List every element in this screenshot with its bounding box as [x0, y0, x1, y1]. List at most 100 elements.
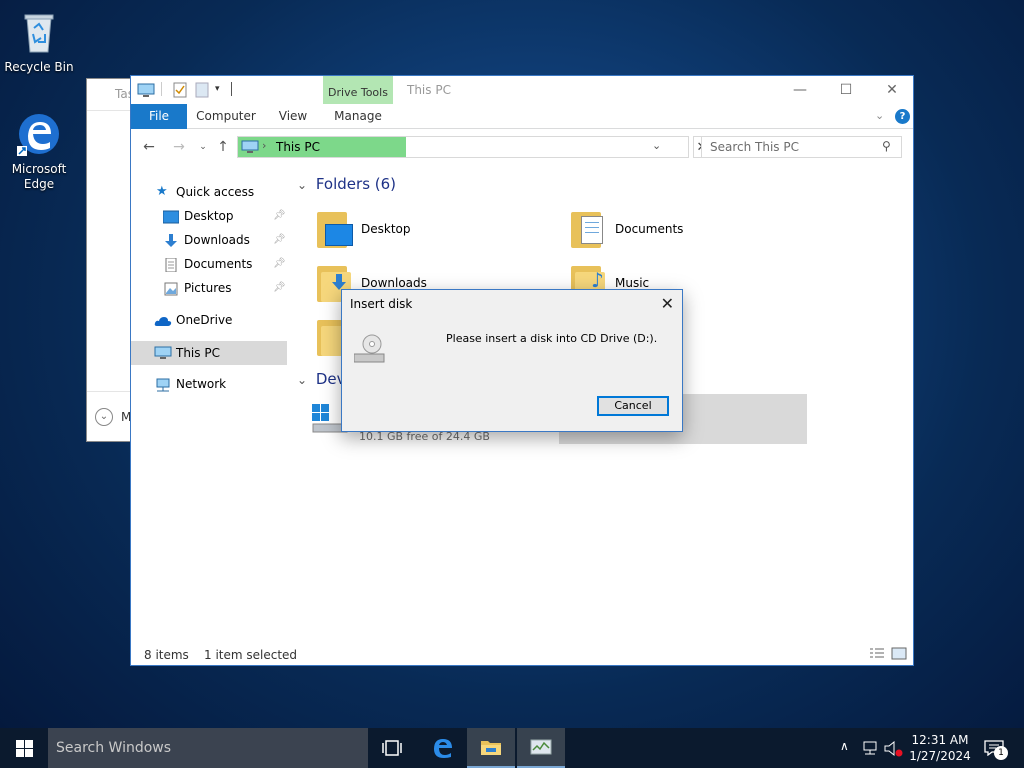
search-box[interactable]: Search This PC ⚲: [701, 136, 902, 158]
this-pc-icon: [154, 345, 172, 359]
status-bar: 8 items 1 item selected: [131, 646, 913, 666]
window-title: This PC: [407, 83, 451, 97]
pictures-icon: [163, 281, 179, 296]
this-pc-icon: [241, 140, 259, 157]
new-folder-icon[interactable]: [195, 82, 211, 98]
forward-button[interactable]: →: [169, 138, 189, 156]
notification-count-badge: 1: [994, 746, 1008, 760]
downloads-icon: [163, 233, 179, 247]
nav-item-quick-access[interactable]: ★ Quick access: [131, 181, 287, 203]
folder-name: Documents: [615, 222, 684, 236]
minimize-button[interactable]: —: [777, 76, 823, 104]
pin-icon[interactable]: 📌︎: [273, 253, 286, 275]
address-location[interactable]: This PC: [276, 140, 320, 154]
desktop-icon-edge[interactable]: Microsoft Edge: [1, 110, 77, 192]
back-button[interactable]: ←: [139, 138, 159, 156]
address-dropdown-icon[interactable]: ⌄: [652, 139, 661, 152]
tab-computer[interactable]: Computer: [191, 104, 261, 129]
vertical-scrollbar[interactable]: [903, 168, 913, 638]
desktop-folder-icon: [315, 210, 355, 250]
details-view-icon[interactable]: [869, 647, 885, 661]
pin-icon[interactable]: 📌︎: [273, 229, 286, 251]
contextual-tab-drive-tools: Drive Tools: [323, 76, 393, 104]
recycle-bin-label: Recycle Bin: [4, 60, 74, 74]
recent-locations-button[interactable]: ⌄: [193, 138, 213, 156]
volume-muted-icon[interactable]: [884, 741, 904, 757]
nav-item-this-pc[interactable]: This PC: [131, 341, 287, 365]
chevron-down-icon: ⌄: [297, 178, 308, 192]
action-center-button[interactable]: 1: [976, 728, 1024, 768]
dialog-body: Please insert a disk into CD Drive (D:).…: [342, 319, 682, 431]
divider: [161, 82, 162, 96]
ribbon-tabs: File Computer View Manage ⌄ ?: [131, 104, 913, 129]
customize-qat-icon[interactable]: ▾: [215, 84, 231, 100]
nav-item-documents[interactable]: Documents 📌︎: [131, 253, 287, 275]
expand-ribbon-icon[interactable]: ⌄: [875, 109, 884, 122]
taskbar-task-manager-button[interactable]: [517, 728, 565, 768]
title-bar[interactable]: ▾ Drive Tools This PC — ☐ ✕: [131, 76, 915, 104]
chevron-down-icon[interactable]: ⌄: [95, 408, 113, 426]
folder-name: Music: [615, 276, 650, 290]
system-tray: ∧: [840, 728, 903, 768]
taskbar-file-explorer-button[interactable]: [467, 728, 515, 768]
cd-drive-icon: [353, 332, 385, 363]
dialog-close-button[interactable]: ✕: [661, 294, 674, 313]
edge-label: Microsoft Edge: [11, 162, 67, 191]
clock-date: 1/27/2024: [909, 749, 971, 763]
nav-item-label: Network: [176, 377, 227, 391]
nav-item-label: Desktop: [184, 209, 234, 223]
task-manager-icon: [530, 739, 552, 755]
search-placeholder: Search This PC: [710, 140, 799, 154]
documents-icon: [163, 257, 179, 273]
task-view-icon: [382, 740, 402, 756]
task-view-button[interactable]: [368, 728, 416, 768]
desktop-icon-recycle-bin[interactable]: Recycle Bin: [1, 8, 77, 75]
dialog-title: Insert disk: [350, 297, 413, 311]
up-button[interactable]: ↑: [213, 138, 233, 156]
edge-icon: [434, 739, 452, 758]
address-bar[interactable]: › This PC ⌄: [237, 136, 689, 158]
pin-icon[interactable]: 📌︎: [273, 205, 286, 227]
nav-item-downloads[interactable]: Downloads 📌︎: [131, 229, 287, 251]
folder-tile-documents[interactable]: Documents: [569, 210, 789, 258]
network-icon: [154, 377, 170, 392]
nav-item-label: Pictures: [184, 281, 232, 295]
search-icon[interactable]: ⚲: [882, 139, 891, 153]
folder-icon: [481, 741, 501, 755]
recycle-bin-icon: [15, 8, 63, 56]
maximize-button[interactable]: ☐: [823, 76, 869, 104]
start-button[interactable]: [0, 728, 48, 768]
cancel-button[interactable]: Cancel: [597, 396, 669, 416]
tab-view[interactable]: View: [271, 104, 315, 129]
folder-name: Downloads: [361, 276, 427, 290]
taskbar: Search Windows ∧ 12:31 AM 1/27/2024 1: [0, 728, 1024, 768]
breadcrumb-chevron-icon[interactable]: ›: [262, 139, 266, 152]
tab-file[interactable]: File: [131, 104, 187, 129]
network-icon[interactable]: [862, 741, 880, 755]
nav-item-network[interactable]: Network: [131, 373, 287, 395]
divider: [231, 82, 232, 96]
taskbar-search-box[interactable]: Search Windows: [48, 728, 368, 768]
status-selected-count: 1 item selected: [204, 648, 298, 662]
close-button[interactable]: ✕: [869, 76, 915, 104]
edge-icon: [15, 110, 63, 158]
pin-icon[interactable]: 📌︎: [273, 277, 286, 299]
show-hidden-icons-icon[interactable]: ∧: [840, 739, 849, 753]
properties-icon[interactable]: [173, 82, 189, 98]
large-icons-view-icon[interactable]: [891, 647, 907, 661]
nav-item-pictures[interactable]: Pictures 📌︎: [131, 277, 287, 299]
folders-group-header[interactable]: ⌄ Folders (6): [297, 175, 396, 193]
tab-manage[interactable]: Manage: [323, 104, 393, 129]
nav-item-label: OneDrive: [176, 313, 233, 327]
folder-tile-desktop[interactable]: Desktop: [315, 210, 535, 258]
nav-item-desktop[interactable]: Desktop 📌︎: [131, 205, 287, 227]
clock[interactable]: 12:31 AM 1/27/2024: [905, 732, 975, 764]
desktop-icon: [162, 209, 180, 224]
documents-folder-icon: [569, 210, 609, 250]
insert-disk-dialog[interactable]: Insert disk ✕ Please insert a disk into …: [341, 289, 683, 432]
nav-item-label: Documents: [184, 257, 253, 271]
help-icon[interactable]: ?: [895, 109, 910, 124]
nav-item-onedrive[interactable]: OneDrive: [131, 309, 287, 331]
nav-item-label: Quick access: [176, 185, 255, 199]
taskbar-edge-button[interactable]: [418, 728, 466, 768]
